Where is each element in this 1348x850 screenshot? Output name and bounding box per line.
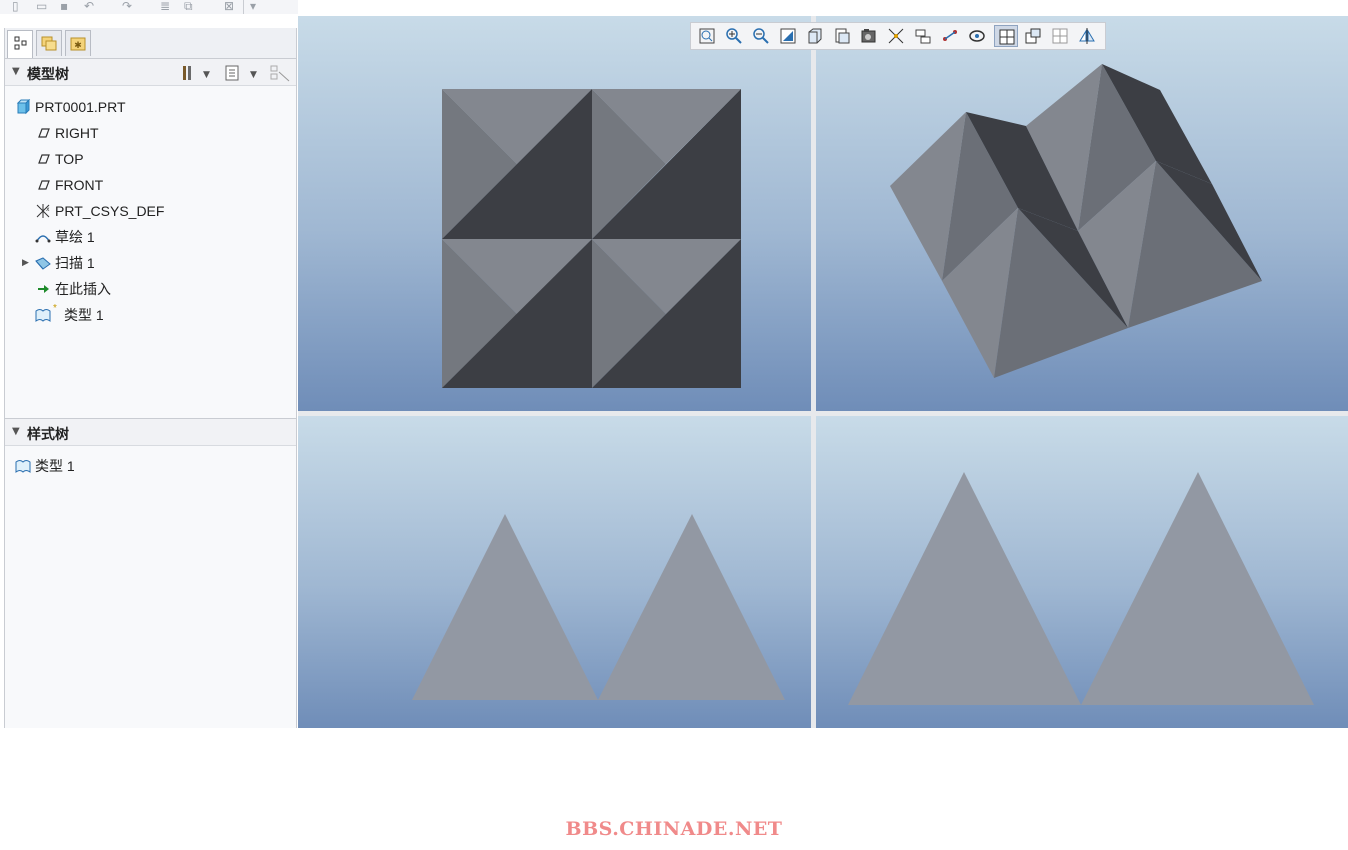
undo-icon[interactable]: ↶ — [84, 0, 94, 12]
front-view-model — [412, 514, 785, 700]
style-tree-title: 样式树 — [27, 427, 69, 443]
display-style-icon[interactable] — [803, 25, 827, 47]
tree-columns-icon[interactable]: ▼ — [224, 64, 258, 82]
svg-text:✱: ✱ — [74, 41, 82, 51]
new-icon[interactable]: ▯ — [12, 0, 19, 12]
single-view-icon[interactable] — [1048, 25, 1072, 47]
datum-plane-icon — [38, 154, 50, 164]
redo-icon[interactable]: ↷ — [122, 0, 132, 12]
folder-browser-icon — [41, 36, 57, 51]
open-icon[interactable]: ▭ — [36, 0, 47, 12]
model-tree-tab[interactable] — [7, 30, 33, 58]
model-tree-header: ▼ 模型树 ▼ ▼ — [5, 58, 296, 86]
isometric-view[interactable] — [816, 16, 1348, 411]
svg-text:▼: ▼ — [250, 70, 257, 80]
sketch-icon — [35, 235, 51, 243]
view-manager-icon[interactable] — [857, 25, 881, 47]
toolbar-separator — [243, 0, 244, 14]
sweep-icon — [35, 257, 51, 270]
tree-settings-icon[interactable]: ▼ — [181, 64, 211, 82]
svg-text:▼: ▼ — [203, 70, 210, 80]
customize-icon[interactable]: ▾ — [250, 0, 256, 12]
repaint-icon[interactable] — [776, 25, 800, 47]
flip-view-icon[interactable] — [1075, 25, 1099, 47]
annotation-display-icon[interactable] — [938, 25, 962, 47]
top-view[interactable] — [298, 16, 811, 411]
quick-access-toolbar: ▯ ▭ ▪ ↶ ↷ ≣ ⧉ ⊠ ▾ — [0, 0, 298, 14]
expand-arrow-icon[interactable]: ▶ — [22, 250, 29, 276]
collapse-icon[interactable]: ▼ — [12, 426, 20, 437]
view-toolbar — [690, 22, 1106, 50]
active-view-icon[interactable] — [1021, 25, 1045, 47]
modified-asterisk: * — [53, 303, 57, 314]
refit-icon[interactable] — [695, 25, 719, 47]
tree-filter-icon[interactable] — [269, 64, 291, 82]
datum-plane-icon — [38, 128, 50, 138]
four-views-icon[interactable] — [994, 25, 1018, 47]
navigator-tabs: ✱ — [5, 28, 296, 58]
viewport-divider-horizontal[interactable] — [298, 411, 1348, 416]
regenerate-icon[interactable]: ≣ — [160, 0, 170, 12]
windows-icon[interactable]: ⧉ — [184, 0, 193, 12]
model-tree-tab-icon — [14, 36, 27, 50]
save-icon[interactable]: ▪ — [60, 0, 68, 12]
folder-browser-tab[interactable] — [36, 30, 62, 56]
favorites-icon: ✱ — [70, 37, 86, 51]
zoom-out-icon[interactable] — [749, 25, 773, 47]
datum-plane-icon — [38, 180, 50, 190]
favorites-tab[interactable]: ✱ — [65, 30, 91, 56]
style-tree-header: ▼ 样式树 — [5, 418, 296, 446]
close-window-icon[interactable]: ⊠ — [224, 0, 234, 12]
spin-center-icon[interactable] — [911, 25, 935, 47]
viewport-divider-vertical[interactable] — [811, 16, 816, 728]
collapse-icon[interactable]: ▼ — [12, 66, 20, 77]
navigator-panel: ✱ ▼ 模型树 ▼ ▼ PRT0001.PRT RIGHT TOP FRONT … — [4, 28, 297, 728]
saved-views-icon[interactable] — [830, 25, 854, 47]
model-tree-title: 模型树 — [27, 67, 69, 83]
csys-icon: x — [36, 204, 50, 218]
isometric-view-model — [890, 64, 1262, 378]
side-view[interactable] — [816, 416, 1348, 728]
side-view-model — [848, 472, 1314, 705]
tree-item-sweep[interactable]: ▶ 扫描 1 — [5, 250, 145, 276]
perspective-icon[interactable] — [965, 25, 989, 47]
style-icon — [15, 460, 31, 473]
insert-here-arrow-icon — [38, 285, 49, 293]
part-icon — [16, 99, 31, 115]
watermark-text: BBS.CHINADE.NET — [565, 818, 783, 840]
style-icon — [35, 309, 51, 322]
svg-text:x: x — [46, 206, 50, 213]
zoom-in-icon[interactable] — [722, 25, 746, 47]
top-view-model — [442, 89, 741, 388]
front-view[interactable] — [298, 416, 811, 728]
datum-display-icon[interactable] — [884, 25, 908, 47]
